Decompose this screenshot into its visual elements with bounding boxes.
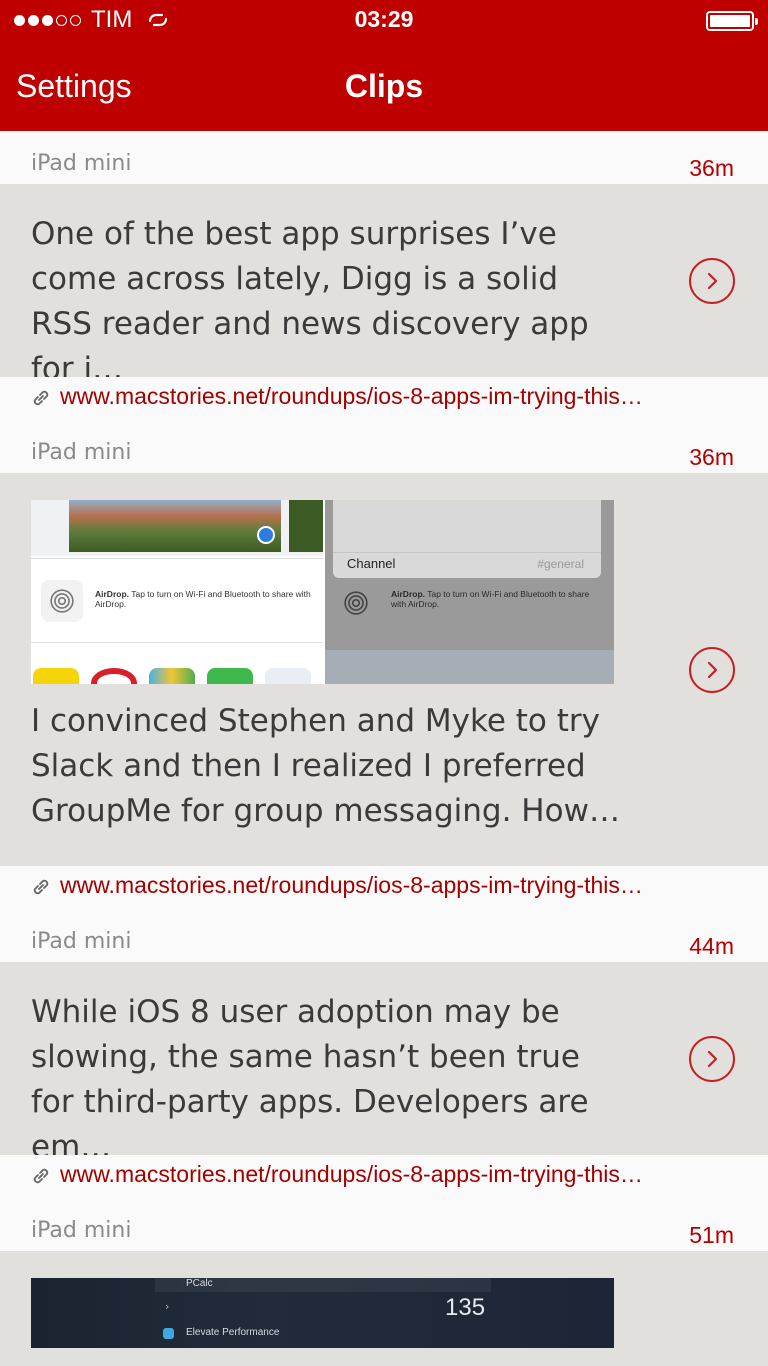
open-clip-button[interactable] (689, 647, 735, 693)
clip-card[interactable]: While iOS 8 user adoption may be slowing… (0, 962, 768, 1165)
clips-list: iPad mini 36m One of the best app surpri… (0, 131, 768, 1366)
clip-card[interactable]: AirDrop. Tap to turn on Wi-Fi and Blueto… (0, 473, 768, 866)
clip-url[interactable]: www.macstories.net/roundups/ios-8-apps-i… (60, 872, 643, 899)
open-clip-button[interactable] (689, 1036, 735, 1082)
channel-value: #general (537, 557, 584, 571)
link-icon (33, 1168, 49, 1184)
thumb-row-label: PCalc (186, 1278, 213, 1289)
chevron-right-icon (707, 1050, 718, 1068)
status-bar: TIM 03:29 (0, 6, 768, 36)
clip-age: 44m (689, 933, 734, 959)
nav-bar: TIM 03:29 Settings Clips (0, 0, 768, 131)
airdrop-icon (41, 580, 83, 622)
page-title: Clips (344, 68, 424, 104)
clip-link[interactable]: www.macstories.net/roundups/ios-8-apps-i… (0, 377, 768, 420)
photo-thumbnail (69, 500, 281, 552)
clip-header: iPad mini 51m (0, 1198, 768, 1251)
app-icon (149, 668, 195, 684)
app-icon (91, 668, 137, 684)
chevron-right-icon: › (165, 1300, 170, 1313)
clip-header: iPad mini 36m (0, 131, 768, 184)
clip-device: iPad mini (31, 929, 132, 954)
clip-link[interactable]: www.macstories.net/roundups/ios-8-apps-i… (0, 866, 768, 909)
clip-device: iPad mini (31, 151, 132, 176)
app-icon (265, 668, 311, 684)
clip-header: iPad mini 36m (0, 420, 768, 473)
clip-text: One of the best app surprises I’ve come … (31, 216, 589, 387)
app-icon (207, 668, 253, 684)
airdrop-icon (339, 586, 373, 620)
clip-card[interactable]: One of the best app surprises I’ve come … (0, 184, 768, 387)
app-icon (163, 1328, 174, 1339)
clip-card[interactable]: PCalc › 135 Elevate Performance (0, 1251, 768, 1366)
clip-device: iPad mini (31, 440, 132, 465)
clip-device: iPad mini (31, 1218, 132, 1243)
thumb-value: 135 (445, 1294, 486, 1321)
airdrop-title: AirDrop. (391, 589, 425, 599)
clip-thumbnail: PCalc › 135 Elevate Performance (31, 1278, 614, 1348)
thumb-row-label: Elevate Performance (186, 1327, 280, 1338)
clip-age: 51m (689, 1222, 734, 1248)
clip-header: iPad mini 44m (0, 909, 768, 962)
status-time: 03:29 (354, 6, 414, 32)
clip-age: 36m (689, 444, 734, 470)
app-icon (33, 668, 79, 684)
clip-thumbnail: AirDrop. Tap to turn on Wi-Fi and Blueto… (31, 500, 614, 684)
clip-text: While iOS 8 user adoption may be slowing… (31, 994, 589, 1165)
checkmark-icon (257, 526, 275, 544)
clip-age: 36m (689, 155, 734, 181)
link-icon (33, 879, 49, 895)
clip-url[interactable]: www.macstories.net/roundups/ios-8-apps-i… (60, 383, 643, 410)
clip-link[interactable]: www.macstories.net/roundups/ios-8-apps-i… (0, 1155, 768, 1198)
channel-label: Channel (347, 556, 396, 571)
clip-url[interactable]: www.macstories.net/roundups/ios-8-apps-i… (60, 1161, 643, 1188)
link-icon (33, 390, 49, 406)
chevron-right-icon (707, 661, 718, 679)
chevron-right-icon (707, 272, 718, 290)
airdrop-title: AirDrop. (95, 589, 129, 599)
battery-icon (706, 11, 758, 31)
open-clip-button[interactable] (689, 258, 735, 304)
